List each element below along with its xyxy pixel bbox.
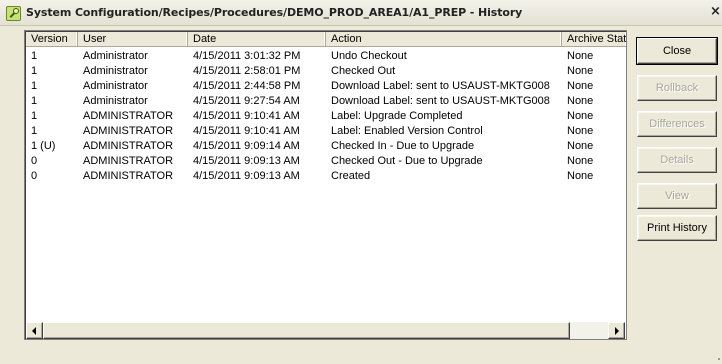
column-header-version[interactable]: Version: [26, 32, 78, 47]
table-row[interactable]: 1 (U) ADMINISTRATOR 4/15/2011 9:09:14 AM Ch…: [26, 139, 625, 154]
cell-action: Label: Enabled Version Control: [331, 125, 483, 137]
scrollbar-thumb[interactable]: [43, 322, 570, 339]
scroll-right-button[interactable]: [608, 322, 625, 339]
cell-version: 1: [31, 95, 38, 107]
cell-user: ADMINISTRATOR: [83, 140, 174, 152]
table-row[interactable]: 1 ADMINISTRATOR 4/15/2011 9:10:41 AM Label:…: [26, 109, 625, 124]
list-rows: 1 Administrator 4/15/2011 3:01:32 PM Undo C…: [26, 49, 625, 184]
column-header-user[interactable]: User: [78, 32, 188, 47]
scroll-left-arrow-icon: [32, 327, 36, 335]
cell-action: Label: Upgrade Completed: [331, 110, 463, 122]
scroll-right-arrow-icon: [615, 327, 619, 335]
cell-archive-status: None: [567, 110, 594, 122]
cell-archive-status: None: [567, 65, 594, 77]
cell-date: 4/15/2011 9:09:14 AM: [193, 140, 300, 152]
cell-date: 4/15/2011 9:27:54 AM: [193, 95, 300, 107]
window-title: System Configuration/Recipes/Procedures/…: [26, 6, 523, 19]
differences-button[interactable]: Differences: [637, 111, 717, 137]
cell-version: 0: [31, 170, 38, 182]
close-icon[interactable]: ×: [710, 4, 721, 20]
cell-date: 4/15/2011 2:44:58 PM: [193, 80, 301, 92]
list-header: Version User Date Action Archive Stat: [26, 32, 626, 47]
table-row[interactable]: 0 ADMINISTRATOR 4/15/2011 9:09:13 AM Create…: [26, 169, 625, 184]
table-row[interactable]: 1 Administrator 4/15/2011 3:01:32 PM Undo C…: [26, 49, 625, 64]
cell-date: 4/15/2011 3:01:32 PM: [193, 50, 301, 62]
cell-user: ADMINISTRATOR: [83, 125, 174, 137]
cell-action: Created: [331, 170, 371, 182]
cell-action: Checked Out - Due to Upgrade: [331, 155, 483, 167]
cell-version: 1 (U): [31, 140, 56, 152]
cell-user: ADMINISTRATOR: [83, 155, 174, 167]
cell-user: Administrator: [83, 65, 148, 77]
cell-version: 1: [31, 125, 38, 137]
cell-action: Download Label: sent to USAUST-MKTG008: [331, 95, 550, 107]
rollback-button[interactable]: Rollback: [637, 75, 717, 101]
cell-action: Undo Checkout: [331, 50, 407, 62]
cell-version: 1: [31, 110, 38, 122]
cell-archive-status: None: [567, 95, 594, 107]
cell-date: 4/15/2011 9:10:41 AM: [193, 110, 300, 122]
details-button[interactable]: Details: [637, 147, 717, 173]
cell-user: Administrator: [83, 95, 148, 107]
cell-date: 4/15/2011 9:09:13 AM: [193, 155, 300, 167]
table-row[interactable]: 1 Administrator 4/15/2011 2:44:58 PM Downlo…: [26, 79, 625, 94]
cell-archive-status: None: [567, 50, 594, 62]
cell-action: Download Label: sent to USAUST-MKTG008: [331, 80, 550, 92]
view-button[interactable]: View: [637, 183, 717, 209]
cell-archive-status: None: [567, 140, 594, 152]
cell-archive-status: None: [567, 125, 594, 137]
table-row[interactable]: 1 ADMINISTRATOR 4/15/2011 9:10:41 AM Label:…: [26, 124, 625, 139]
cell-version: 1: [31, 50, 38, 62]
cell-archive-status: None: [567, 155, 594, 167]
horizontal-scrollbar[interactable]: [26, 322, 625, 339]
table-row[interactable]: 1 Administrator 4/15/2011 9:27:54 AM Downlo…: [26, 94, 625, 109]
cell-user: ADMINISTRATOR: [83, 170, 174, 182]
cell-archive-status: None: [567, 170, 594, 182]
cell-action: Checked Out: [331, 65, 396, 77]
table-row[interactable]: 1 Administrator 4/15/2011 2:58:01 PM Checke…: [26, 64, 625, 79]
cell-version: 0: [31, 155, 38, 167]
print-history-button[interactable]: Print History: [637, 215, 717, 241]
column-header-action[interactable]: Action: [326, 32, 562, 47]
cell-version: 1: [31, 65, 38, 77]
cell-archive-status: None: [567, 80, 594, 92]
cell-user: Administrator: [83, 50, 148, 62]
cell-date: 4/15/2011 2:58:01 PM: [193, 65, 301, 77]
cell-user: Administrator: [83, 80, 148, 92]
column-header-date[interactable]: Date: [188, 32, 326, 47]
cell-version: 1: [31, 80, 38, 92]
cell-date: 4/15/2011 9:09:13 AM: [193, 170, 300, 182]
cell-date: 4/15/2011 9:10:41 AM: [193, 125, 300, 137]
title-bar: System Configuration/Recipes/Procedures/…: [0, 0, 722, 26]
history-list[interactable]: Version User Date Action Archive Stat 1 A…: [24, 30, 627, 340]
recipe-app-icon: [6, 6, 21, 21]
resize-grip[interactable]: [718, 358, 720, 360]
close-button[interactable]: Close: [637, 38, 717, 64]
scroll-left-button[interactable]: [26, 322, 43, 339]
cell-action: Checked In - Due to Upgrade: [331, 140, 475, 152]
cell-user: ADMINISTRATOR: [83, 110, 174, 122]
column-header-archive-status[interactable]: Archive Stat: [562, 32, 626, 47]
table-row[interactable]: 0 ADMINISTRATOR 4/15/2011 9:09:13 AM Checke…: [26, 154, 625, 169]
